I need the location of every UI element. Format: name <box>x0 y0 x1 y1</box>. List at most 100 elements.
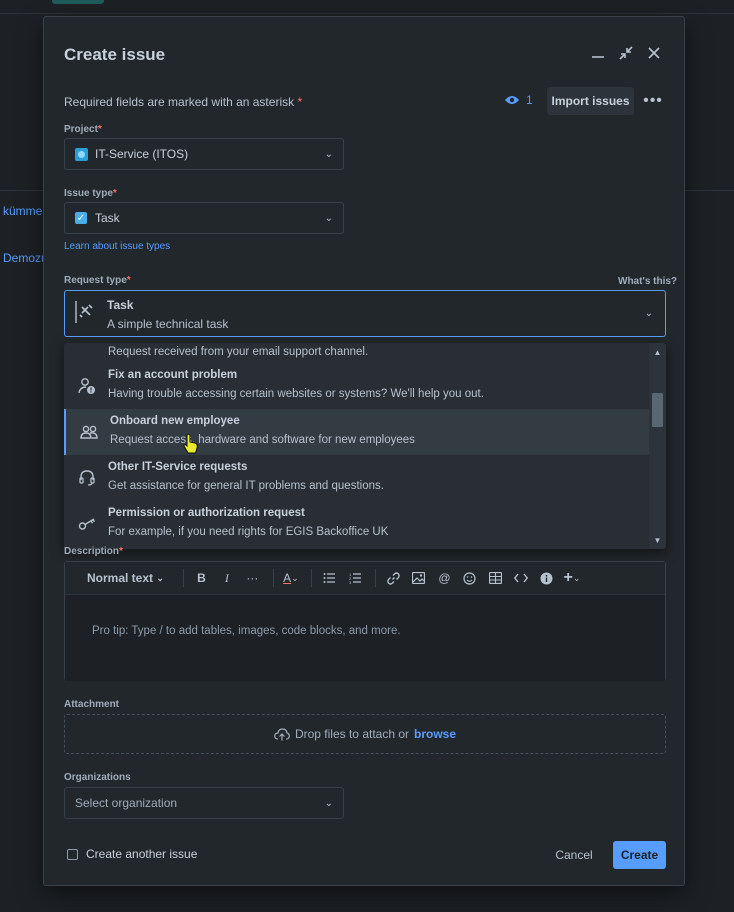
dropdown-scrollbar[interactable]: ▲ ▼ <box>649 343 666 549</box>
chevron-down-icon: ⌄ <box>324 212 333 224</box>
toolbar-divider <box>183 569 185 587</box>
text-style-label: Normal text <box>87 571 154 585</box>
option-description: Request received from your email support… <box>108 346 369 358</box>
svg-text:3: 3 <box>349 580 352 584</box>
text-color-icon[interactable]: A ⌄ <box>280 567 302 589</box>
organization-placeholder: Select organization <box>75 796 178 810</box>
request-type-option-permission[interactable]: Permission or authorization request For … <box>64 501 649 547</box>
bold-icon[interactable]: B <box>190 567 212 589</box>
issue-type-select[interactable]: ✓ Task ⌄ <box>64 202 344 234</box>
option-description: Having trouble accessing certain website… <box>108 388 484 400</box>
request-type-option-onboard[interactable]: Onboard new employee Request access, har… <box>64 409 649 455</box>
request-type-label-text: Request type <box>64 275 127 286</box>
watchers-count: 1 <box>526 93 533 107</box>
checkbox-box[interactable] <box>67 848 78 860</box>
create-another-label: Create another issue <box>86 847 198 861</box>
option-description: Request access, hardware and software fo… <box>110 434 415 446</box>
project-avatar-icon <box>75 147 88 161</box>
option-title: Fix an account problem <box>108 369 238 381</box>
headset-icon <box>79 470 95 486</box>
scroll-up-icon[interactable]: ▲ <box>649 345 666 359</box>
import-issues-button[interactable]: Import issues <box>547 87 634 115</box>
required-note: Required fields are marked with an aster… <box>64 95 302 109</box>
organization-select[interactable]: Select organization ⌄ <box>64 787 344 819</box>
bullet-list-icon[interactable] <box>318 567 340 589</box>
table-icon[interactable] <box>484 567 506 589</box>
required-note-text: Required fields are marked with an aster… <box>64 95 295 109</box>
scrollbar-thumb[interactable] <box>652 393 663 427</box>
people-icon <box>80 425 98 439</box>
required-asterisk: * <box>126 275 131 286</box>
toolbar-divider <box>375 569 377 587</box>
close-icon[interactable] <box>644 43 664 63</box>
project-label: Project* <box>64 124 102 135</box>
option-title: Permission or authorization request <box>108 507 305 519</box>
attachment-dropzone[interactable]: Drop files to attach or browse <box>64 714 666 754</box>
request-type-select[interactable]: Task A simple technical task ⌄ <box>64 290 666 337</box>
link-icon[interactable] <box>382 567 404 589</box>
description-label-text: Description <box>64 546 120 557</box>
dropzone-text: Drop files to attach or <box>294 727 410 741</box>
chevron-down-icon: ⌄ <box>644 308 653 319</box>
text-style-dropdown[interactable]: Normal text ⌄ <box>77 567 174 589</box>
editor-toolbar: Normal text ⌄ B I ··· A ⌄ 123 @ + ⌄ <box>65 562 665 595</box>
background-divider <box>0 13 734 14</box>
emoji-icon[interactable] <box>459 567 481 589</box>
description-label: Description* <box>64 546 123 557</box>
dialog-title: Create issue <box>64 45 166 64</box>
toolbar-divider <box>272 569 274 587</box>
pointer-cursor-icon <box>183 433 198 454</box>
italic-icon[interactable]: I <box>216 567 238 589</box>
create-issue-dialog: Create issue Required fields are marked … <box>43 16 685 886</box>
toolbar-divider <box>311 569 313 587</box>
code-icon[interactable] <box>510 567 532 589</box>
chevron-down-icon: ⌄ <box>324 797 333 809</box>
editor-placeholder: Pro tip: Type / to add tables, images, c… <box>92 625 401 637</box>
account-problem-icon <box>78 378 95 394</box>
editor-content-area[interactable]: Pro tip: Type / to add tables, images, c… <box>65 595 665 681</box>
watch-button[interactable]: 1 <box>504 93 533 107</box>
project-select[interactable]: IT-Service (ITOS) ⌄ <box>64 138 344 170</box>
learn-issue-types-link[interactable]: Learn about issue types <box>64 241 170 252</box>
background-link: kümmer <box>3 204 47 218</box>
issue-type-label: Issue type* <box>64 188 117 199</box>
request-type-option-account[interactable]: Fix an account problem Having trouble ac… <box>64 363 649 409</box>
option-title: Other IT-Service requests <box>108 461 248 473</box>
cancel-button[interactable]: Cancel <box>546 841 602 869</box>
numbered-list-icon[interactable]: 123 <box>344 567 366 589</box>
background-button <box>52 0 104 4</box>
option-title: Onboard new employee <box>110 415 240 427</box>
mention-icon[interactable]: @ <box>433 567 455 589</box>
request-type-selected-desc: A simple technical task <box>107 317 229 331</box>
issue-type-value: Task <box>95 211 120 225</box>
required-asterisk: * <box>97 124 102 135</box>
project-label-text: Project <box>64 124 98 135</box>
key-icon <box>78 518 95 530</box>
whats-this-link[interactable]: What's this? <box>618 276 677 287</box>
collapse-icon[interactable] <box>616 43 636 63</box>
request-type-selected-title: Task <box>107 298 134 312</box>
request-type-option-other[interactable]: Other IT-Service requests Get assistance… <box>64 455 649 501</box>
chevron-down-icon: ⌄ <box>324 148 333 160</box>
attachment-label: Attachment <box>64 699 120 710</box>
organizations-label: Organizations <box>64 772 131 783</box>
task-checkbox-icon: ✓ <box>75 212 87 224</box>
description-editor[interactable]: Normal text ⌄ B I ··· A ⌄ 123 @ + ⌄ Pro … <box>64 561 666 681</box>
create-button[interactable]: Create <box>613 841 666 869</box>
insert-more-icon[interactable]: + ⌄ <box>561 567 583 589</box>
more-formatting-icon[interactable]: ··· <box>241 567 263 589</box>
info-icon[interactable] <box>535 567 557 589</box>
upload-cloud-icon <box>274 727 290 740</box>
chevron-down-icon: ⌄ <box>156 572 164 583</box>
minimize-icon[interactable] <box>588 43 608 63</box>
scroll-down-icon[interactable]: ▼ <box>649 533 666 547</box>
option-description: Get assistance for general IT problems a… <box>108 480 384 492</box>
create-another-checkbox[interactable]: Create another issue <box>67 847 197 861</box>
more-actions-icon[interactable]: ••• <box>642 92 664 110</box>
image-icon[interactable] <box>408 567 430 589</box>
required-asterisk: * <box>112 188 117 199</box>
browse-link[interactable]: browse <box>414 727 456 741</box>
required-asterisk: * <box>119 546 123 557</box>
issue-type-label-text: Issue type <box>64 188 113 199</box>
option-description: For example, if you need rights for EGIS… <box>108 526 389 538</box>
